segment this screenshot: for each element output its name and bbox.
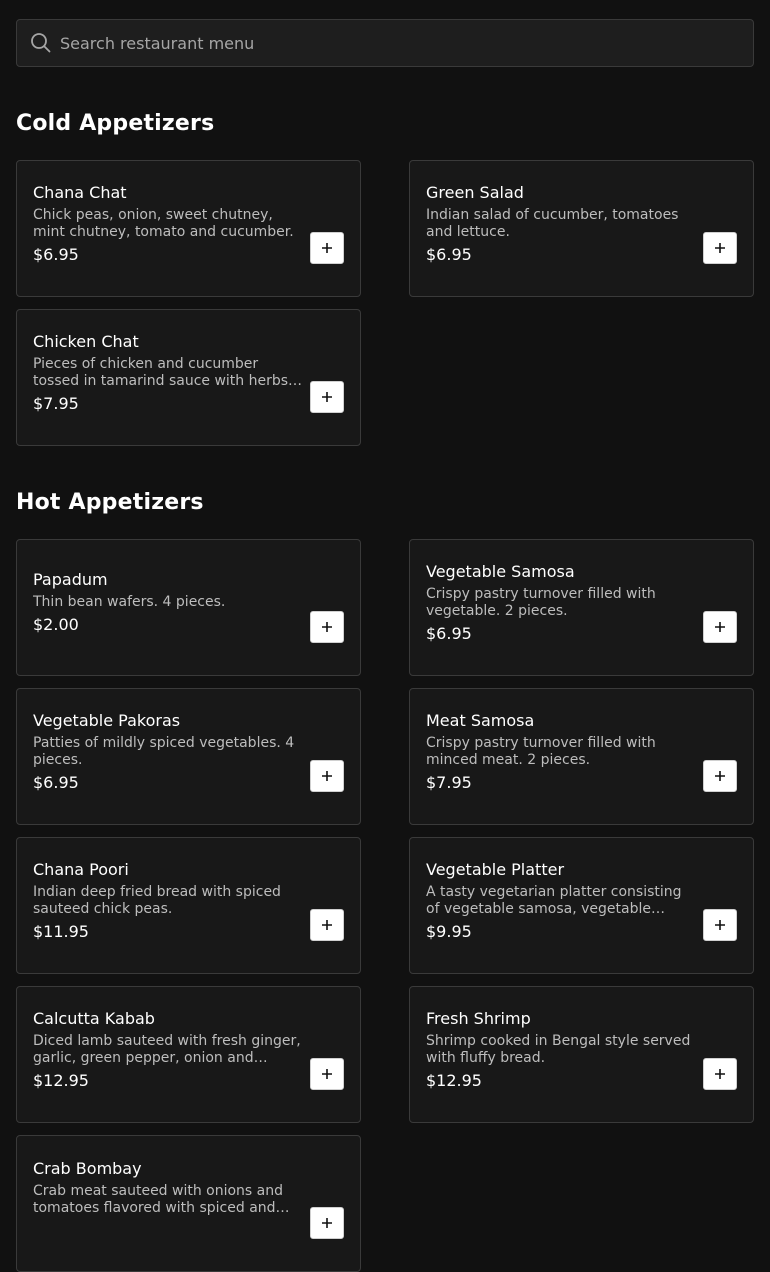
item-description: Chick peas, onion, sweet chutney, mint c… <box>33 206 294 240</box>
plus-icon <box>715 1069 725 1079</box>
item-description: Crispy pastry turnover filled with veget… <box>426 585 656 619</box>
menu-item-card[interactable]: Green Salad Indian salad of cucumber, to… <box>409 160 754 297</box>
plus-icon <box>322 622 332 632</box>
item-description: Shrimp cooked in Bengal style served wit… <box>426 1032 691 1066</box>
add-item-button[interactable] <box>310 1058 344 1090</box>
item-name: Vegetable Platter <box>426 859 565 879</box>
search-input[interactable] <box>60 33 720 53</box>
plus-icon <box>322 392 332 402</box>
menu-item-card[interactable]: Chicken Chat Pieces of chicken and cucum… <box>16 309 361 446</box>
plus-icon <box>715 622 725 632</box>
item-name: Chicken Chat <box>33 331 139 351</box>
item-description: Indian deep fried bread with spiced saut… <box>33 883 281 917</box>
menu-item-card[interactable]: Papadum Thin bean wafers. 4 pieces. $2.0… <box>16 539 361 676</box>
menu-item-card[interactable]: Vegetable Platter A tasty vegetarian pla… <box>409 837 754 974</box>
item-name: Calcutta Kabab <box>33 1008 155 1028</box>
item-price: $7.95 <box>426 772 472 792</box>
add-item-button[interactable] <box>703 232 737 264</box>
item-name: Fresh Shrimp <box>426 1008 531 1028</box>
item-price: $9.95 <box>426 921 472 941</box>
item-price: $6.95 <box>33 772 79 792</box>
item-name: Green Salad <box>426 182 524 202</box>
item-price: $6.95 <box>33 244 79 264</box>
search-icon <box>31 33 51 53</box>
add-item-button[interactable] <box>310 909 344 941</box>
add-item-button[interactable] <box>310 1207 344 1239</box>
add-item-button[interactable] <box>310 611 344 643</box>
plus-icon <box>322 771 332 781</box>
item-name: Papadum <box>33 570 108 589</box>
plus-icon <box>715 920 725 930</box>
add-item-button[interactable] <box>703 611 737 643</box>
item-description: Pieces of chicken and cucumber tossed in… <box>33 355 289 389</box>
item-price: $2.00 <box>33 615 79 634</box>
item-price: $6.95 <box>426 244 472 264</box>
item-description: A tasty vegetarian platter consisting of… <box>426 883 682 917</box>
item-description: Crispy pastry turnover filled with mince… <box>426 734 656 768</box>
plus-icon <box>322 1218 332 1228</box>
menu-item-card[interactable]: Meat Samosa Crispy pastry turnover fille… <box>409 688 754 825</box>
item-name: Crab Bombay <box>33 1159 142 1178</box>
item-description: Indian salad of cucumber, tomatoes and l… <box>426 206 679 240</box>
section-title-cold-appetizers: Cold Appetizers <box>16 111 215 136</box>
menu-item-card[interactable]: Chana Poori Indian deep fried bread with… <box>16 837 361 974</box>
section-title-hot-appetizers: Hot Appetizers <box>16 490 204 515</box>
add-item-button[interactable] <box>310 232 344 264</box>
item-description: Patties of mildly spiced vegetables. 4 p… <box>33 734 295 768</box>
plus-icon <box>715 243 725 253</box>
add-item-button[interactable] <box>703 760 737 792</box>
item-name: Vegetable Samosa <box>426 561 575 581</box>
item-price: $12.95 <box>33 1070 89 1090</box>
menu-item-card[interactable]: Fresh Shrimp Shrimp cooked in Bengal sty… <box>409 986 754 1123</box>
plus-icon <box>715 771 725 781</box>
menu-item-card[interactable]: Crab Bombay Crab meat sauteed with onion… <box>16 1135 361 1272</box>
add-item-button[interactable] <box>310 760 344 792</box>
item-price: $12.95 <box>426 1070 482 1090</box>
menu-item-card[interactable]: Calcutta Kabab Diced lamb sauteed with f… <box>16 986 361 1123</box>
plus-icon <box>322 243 332 253</box>
item-price: $6.95 <box>426 623 472 643</box>
item-name: Chana Chat <box>33 182 127 202</box>
item-name: Meat Samosa <box>426 710 535 730</box>
add-item-button[interactable] <box>310 381 344 413</box>
item-description: Thin bean wafers. 4 pieces. <box>33 594 226 610</box>
item-name: Chana Poori <box>33 859 129 879</box>
plus-icon <box>322 920 332 930</box>
item-price: $7.95 <box>33 393 79 413</box>
item-name: Vegetable Pakoras <box>33 710 181 730</box>
add-item-button[interactable] <box>703 909 737 941</box>
item-description: Crab meat sauteed with onions and tomato… <box>33 1183 284 1216</box>
plus-icon <box>322 1069 332 1079</box>
menu-item-card[interactable]: Chana Chat Chick peas, onion, sweet chut… <box>16 160 361 297</box>
search-bar[interactable] <box>16 19 754 67</box>
menu-item-card[interactable]: Vegetable Pakoras Patties of mildly spic… <box>16 688 361 825</box>
add-item-button[interactable] <box>703 1058 737 1090</box>
menu-item-card[interactable]: Vegetable Samosa Crispy pastry turnover … <box>409 539 754 676</box>
item-description: Diced lamb sauteed with fresh ginger, ga… <box>33 1032 301 1066</box>
item-price: $11.95 <box>33 921 89 941</box>
